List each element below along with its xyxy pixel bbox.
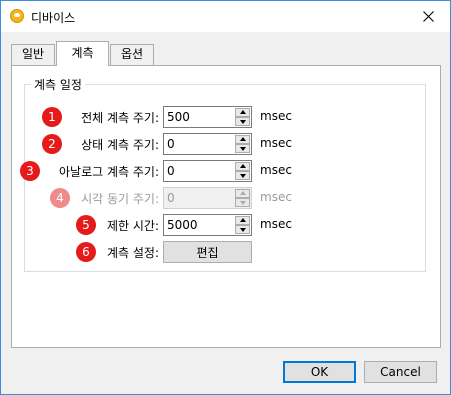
edit-button[interactable]: 편집 — [163, 241, 252, 263]
unit-label: msec — [260, 136, 292, 150]
status-period-spinbox[interactable]: 0 — [163, 133, 252, 155]
total-period-row: 1 전체 계측 주기: 500 msec — [25, 106, 425, 128]
unit-label: msec — [260, 163, 292, 177]
badge-1: 1 — [42, 107, 62, 127]
badge-4: 4 — [50, 188, 70, 208]
increment-button[interactable] — [235, 162, 250, 171]
badge-3: 3 — [20, 161, 40, 181]
measurement-settings-label: 계측 설정: — [106, 246, 159, 260]
group-title: 계측 일정 — [31, 76, 85, 93]
decrement-button[interactable] — [235, 117, 250, 126]
decrement-button — [235, 198, 250, 207]
analog-period-row: 3 아날로그 계측 주기: 0 msec — [20, 160, 425, 182]
tab-general[interactable]: 일반 — [11, 44, 55, 65]
increment-button[interactable] — [235, 216, 250, 225]
analog-period-value: 0 — [167, 164, 175, 178]
measurement-settings-row: 6 계측 설정: 편집 — [25, 241, 425, 263]
increment-button[interactable] — [235, 108, 250, 117]
time-sync-period-spinbox: 0 — [163, 187, 252, 209]
cancel-button[interactable]: Cancel — [364, 361, 437, 383]
increment-button[interactable] — [235, 135, 250, 144]
badge-2: 2 — [42, 134, 62, 154]
unit-label: msec — [260, 109, 292, 123]
time-sync-period-value: 0 — [167, 191, 175, 205]
timeout-label: 제한 시간: — [106, 219, 159, 233]
total-period-label: 전체 계측 주기: — [81, 111, 159, 125]
measurement-schedule-group: 계측 일정 1 전체 계측 주기: 500 msec 2 상태 계측 주기: 0… — [20, 76, 426, 272]
title-bar: 디바이스 — [1, 1, 450, 32]
unit-label: msec — [260, 217, 292, 231]
status-period-value: 0 — [167, 137, 175, 151]
badge-5: 5 — [76, 215, 96, 235]
badge-6: 6 — [76, 242, 96, 262]
time-sync-period-row: 4 시각 동기 주기: 0 msec — [25, 187, 425, 209]
analog-period-label: 아날로그 계측 주기: — [59, 165, 159, 179]
decrement-button[interactable] — [235, 144, 250, 153]
time-sync-period-label: 시각 동기 주기: — [81, 192, 159, 206]
timeout-value: 5000 — [167, 218, 198, 232]
tab-options[interactable]: 옵션 — [110, 44, 154, 65]
measurement-panel: 계측 일정 1 전체 계측 주기: 500 msec 2 상태 계측 주기: 0… — [11, 65, 441, 348]
tab-measurement[interactable]: 계측 — [56, 41, 109, 66]
timeout-spinbox[interactable]: 5000 — [163, 214, 252, 236]
analog-period-spinbox[interactable]: 0 — [163, 160, 252, 182]
decrement-button[interactable] — [235, 171, 250, 180]
close-button[interactable] — [406, 1, 450, 32]
total-period-spinbox[interactable]: 500 — [163, 106, 252, 128]
decrement-button[interactable] — [235, 225, 250, 234]
status-period-label: 상태 계측 주기: — [81, 138, 159, 152]
close-icon — [422, 11, 434, 22]
ok-button[interactable]: OK — [283, 361, 356, 383]
increment-button — [235, 189, 250, 198]
total-period-value: 500 — [167, 110, 190, 124]
window-title: 디바이스 — [31, 11, 76, 25]
unit-label: msec — [260, 190, 292, 204]
timeout-row: 5 제한 시간: 5000 msec — [25, 214, 425, 236]
dialog-window: 디바이스 일반 계측 옵션 계측 일정 1 전체 계측 주기: 500 msec… — [0, 0, 451, 395]
app-icon — [10, 9, 24, 23]
status-period-row: 2 상태 계측 주기: 0 msec — [25, 133, 425, 155]
